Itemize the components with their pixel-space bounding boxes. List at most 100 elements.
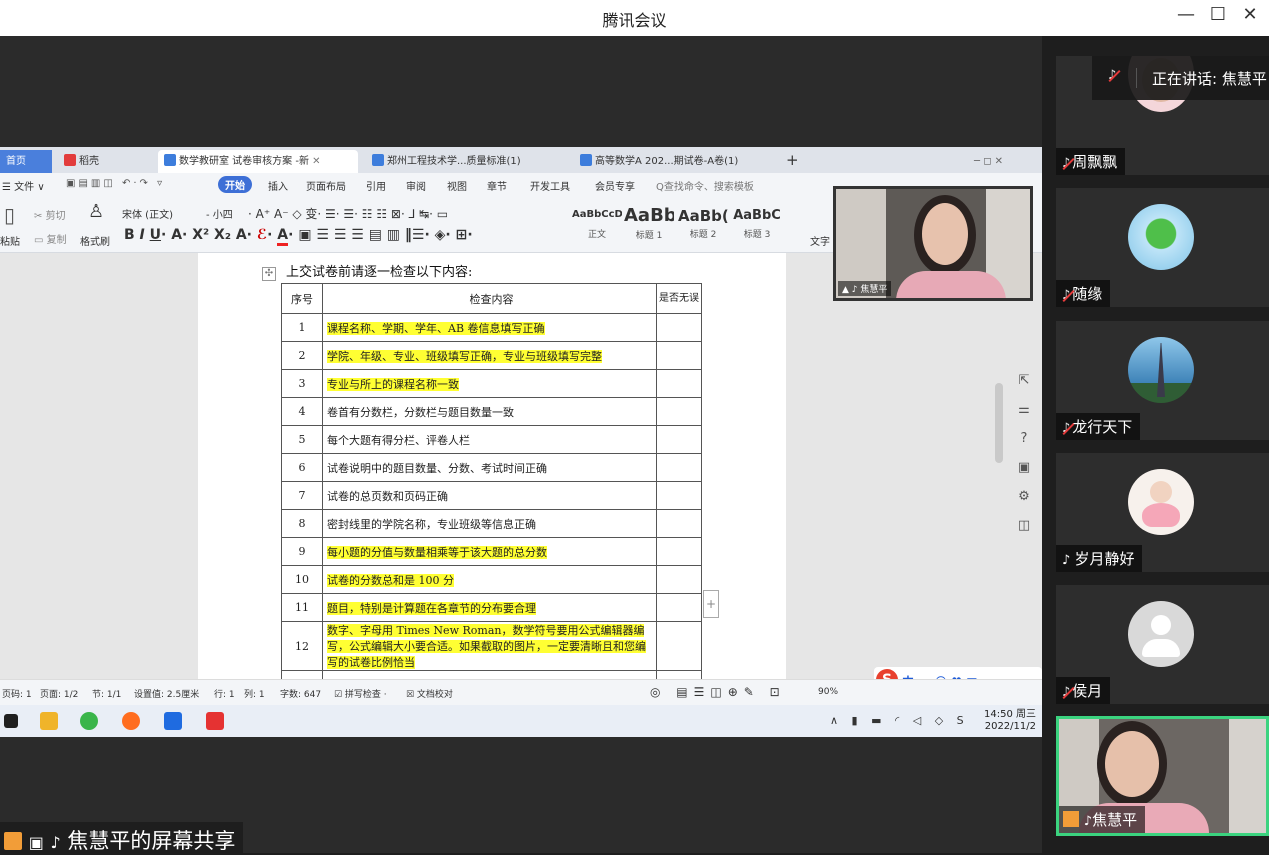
row-content[interactable]: 学院、年级、专业、班级填写正确，专业与班级填写完整 xyxy=(322,341,657,370)
participant-tile[interactable]: ♪ 侯月 xyxy=(1056,585,1269,704)
file-explorer-icon[interactable] xyxy=(40,712,58,730)
style-heading-2[interactable]: AaBb( 标题 2 xyxy=(678,205,728,243)
participant-tile[interactable]: ♪ 岁月静好 xyxy=(1056,453,1269,572)
row-content[interactable]: 试卷的分数总和是 100 分 xyxy=(322,565,657,594)
row-content[interactable]: 每小题的分值与数量相乘等于该大题的总分数 xyxy=(322,537,657,566)
tab-doc3[interactable]: 高等数学A 202...期试卷-A卷(1) xyxy=(574,150,744,173)
table-row[interactable]: 8 密封线里的学院名称，专业班级等信息正确 xyxy=(281,509,702,538)
font-tools-row[interactable]: · A⁺ A⁻ ◇ 变· ☰· ☰· ☷ ☷ ⊠· ⅃ ↹· ▭ xyxy=(248,205,448,222)
row-check-cell[interactable] xyxy=(656,425,702,454)
menu-member[interactable]: 会员专享 xyxy=(595,178,635,193)
speaker-video-thumbnail[interactable]: ▲ ♪ 焦慧平 xyxy=(833,186,1033,301)
system-tray-icons[interactable]: ∧ ▮ ▬ ◜ ◁ ◇ S xyxy=(830,714,969,727)
help-icon[interactable]: ? xyxy=(1010,431,1038,460)
view-mode-icons[interactable]: ◎ ▤☰◫⊕✎ ⊡ xyxy=(650,685,786,699)
row-content[interactable]: 题目，特别是计算题在各章节的分布要合理 xyxy=(322,593,657,622)
table-row[interactable]: 9 每小题的分值与数量相乘等于该大题的总分数 xyxy=(281,537,702,566)
wps-window-controls[interactable]: ─ ◻ ✕ xyxy=(968,150,1009,173)
windows-start-icon[interactable] xyxy=(4,714,18,728)
format-painter-icon[interactable]: ♙ xyxy=(88,201,104,222)
row-check-cell[interactable] xyxy=(656,565,702,594)
minimize-button[interactable]: — xyxy=(1172,4,1200,25)
maximize-button[interactable]: ☐ xyxy=(1204,4,1232,25)
text-format-row[interactable]: B I U· A· X² X₂ A· ℰ· A· ▣ ☰ ☰ ☰ ▤ ▥ ‖☰·… xyxy=(124,227,473,246)
tab-doc2[interactable]: 郑州工程技术学...质量标准(1) xyxy=(366,150,527,173)
row-content[interactable]: 试卷的总页数和页码正确 xyxy=(322,481,657,510)
text-tool-button[interactable]: 文字 xyxy=(810,233,830,248)
row-check-cell[interactable] xyxy=(656,670,702,679)
close-button[interactable]: ✕ xyxy=(1236,4,1264,25)
row-content[interactable]: 每个大题有得分栏、评卷人栏 xyxy=(322,425,657,454)
row-check-cell[interactable] xyxy=(656,313,702,342)
reader-icon[interactable]: ◫ xyxy=(1010,518,1038,547)
firefox-icon[interactable] xyxy=(122,712,140,730)
table-row[interactable]: 6 试卷说明中的题目数量、分数、考试时间正确 xyxy=(281,453,702,482)
cut-button[interactable]: ✂ 剪切 xyxy=(34,207,66,222)
menu-chapter[interactable]: 章节 xyxy=(487,178,507,193)
table-row[interactable]: 13题目序号的格式保持一致，序号顺序正确 xyxy=(281,670,702,679)
checklist-table[interactable]: 序号 检查内容 是否无误 1 课程名称、学期、学年、AB 卷信息填写正确 2 学院、年… xyxy=(281,283,702,679)
row-check-cell[interactable] xyxy=(656,509,702,538)
row-content[interactable]: 课程名称、学期、学年、AB 卷信息填写正确 xyxy=(322,313,657,342)
row-check-cell[interactable] xyxy=(656,537,702,566)
tab-wps[interactable]: 稻壳 xyxy=(58,150,105,173)
menu-file[interactable]: ☰ 文件 ∨ xyxy=(2,178,45,193)
style-heading-3[interactable]: AaBbC 标题 3 xyxy=(732,205,782,243)
spell-check-button[interactable]: ☑ 拼写检查 · xyxy=(334,687,387,700)
row-check-cell[interactable] xyxy=(656,397,702,426)
zoom-level[interactable]: 90% xyxy=(818,687,838,697)
table-row[interactable]: 4 卷首有分数栏，分数栏与题目数量一致 xyxy=(281,397,702,426)
format-painter-button[interactable]: 格式刷 xyxy=(80,233,110,248)
quick-access-icons[interactable]: ▣▤▥◫ ↶·↷ ▿ xyxy=(66,178,165,189)
style-normal[interactable]: AaBbCcDd 正文 xyxy=(572,205,622,243)
add-row-button[interactable]: + xyxy=(703,590,719,618)
row-content[interactable]: 题目序号的格式保持一致，序号顺序正确 xyxy=(322,670,657,679)
menu-refs[interactable]: 引用 xyxy=(366,178,386,193)
browser-icon[interactable] xyxy=(80,712,98,730)
row-content[interactable]: 专业与所上的课程名称一致 xyxy=(322,369,657,398)
row-check-cell[interactable] xyxy=(656,453,702,482)
menu-review[interactable]: 审阅 xyxy=(406,178,426,193)
copy-button[interactable]: ▭ 复制 xyxy=(34,231,67,246)
wps-office-icon[interactable] xyxy=(206,712,224,730)
menu-view[interactable]: 视图 xyxy=(447,178,467,193)
table-row[interactable]: 7 试卷的总页数和页码正确 xyxy=(281,481,702,510)
proofread-button[interactable]: ☒ 文档校对 xyxy=(406,687,453,700)
table-row[interactable]: 11 题目，特别是计算题在各章节的分布要合理 xyxy=(281,593,702,622)
adjust-icon[interactable]: ⚌ xyxy=(1010,402,1038,431)
select-icon[interactable]: ⇱ xyxy=(1010,373,1038,402)
table-row[interactable]: 5 每个大题有得分栏、评卷人栏 xyxy=(281,425,702,454)
row-check-cell[interactable] xyxy=(656,621,702,671)
table-row[interactable]: 3 专业与所上的课程名称一致 xyxy=(281,369,702,398)
style-heading-1[interactable]: AaBb 标题 1 xyxy=(624,205,674,243)
participant-tile-active-speaker[interactable]: ♪焦慧平 xyxy=(1056,716,1269,836)
image-icon[interactable]: ▣ xyxy=(1010,460,1038,489)
settings-icon[interactable]: ⚙ xyxy=(1010,489,1038,518)
paste-icon[interactable]: ▯ xyxy=(4,203,15,227)
row-check-cell[interactable] xyxy=(656,341,702,370)
font-size-select[interactable]: - 小四 xyxy=(206,206,233,221)
document-page[interactable]: ✣ 上交试卷前请逐一检查以下内容: 序号 检查内容 是否无误 1 课程名称、学期、… xyxy=(198,253,786,679)
row-check-cell[interactable] xyxy=(656,593,702,622)
new-tab-button[interactable]: + xyxy=(780,150,805,173)
tab-close-icon[interactable]: ✕ xyxy=(312,156,320,167)
menu-devtools[interactable]: 开发工具 xyxy=(530,178,570,193)
row-content[interactable]: 密封线里的学院名称，专业班级等信息正确 xyxy=(322,509,657,538)
menu-start[interactable]: 开始 xyxy=(218,176,252,193)
participant-tile[interactable]: ♪ 龙行天下 xyxy=(1056,321,1269,440)
row-check-cell[interactable] xyxy=(656,481,702,510)
meeting-app-icon[interactable] xyxy=(164,712,182,730)
row-content[interactable]: 试卷说明中的题目数量、分数、考试时间正确 xyxy=(322,453,657,482)
row-content[interactable]: 数字、字母用 Times New Roman，数学符号要用公式编辑器编写，公式编… xyxy=(322,621,657,671)
row-check-cell[interactable] xyxy=(656,369,702,398)
table-row[interactable]: 10 试卷的分数总和是 100 分 xyxy=(281,565,702,594)
command-search[interactable]: Q查找命令、搜索模板 xyxy=(656,178,754,193)
menu-insert[interactable]: 插入 xyxy=(268,178,288,193)
paste-button[interactable]: 粘贴 xyxy=(0,233,20,248)
doc-scrollbar[interactable] xyxy=(995,383,1003,463)
table-move-icon[interactable]: ✣ xyxy=(262,267,276,281)
menu-layout[interactable]: 页面布局 xyxy=(306,178,346,193)
tab-doc-active[interactable]: 数学教研室 试卷审核方案 -新 ✕ xyxy=(158,150,358,173)
table-row[interactable]: 12 数字、字母用 Times New Roman，数学符号要用公式编辑器编写，公… xyxy=(281,621,702,671)
row-content[interactable]: 卷首有分数栏，分数栏与题目数量一致 xyxy=(322,397,657,426)
